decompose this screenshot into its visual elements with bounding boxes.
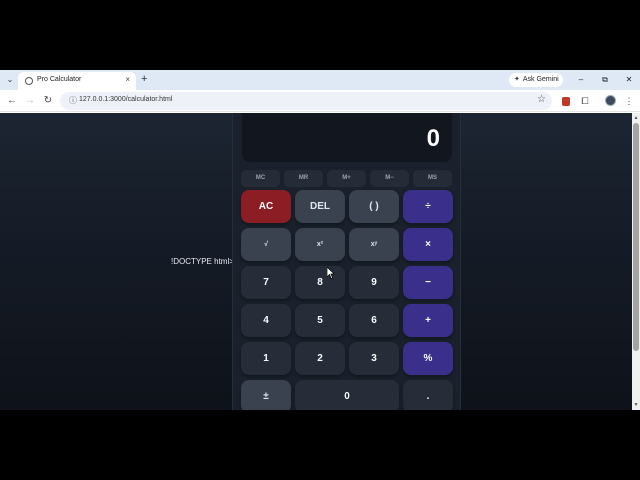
square-button[interactable]: x²	[295, 228, 345, 261]
gemini-sparkle-icon: ✦	[514, 76, 520, 83]
result-readout: 0	[426, 125, 440, 152]
new-tab-button[interactable]: +	[141, 73, 147, 85]
browser-toolbar: ← → ↻ ⓘ 127.0.0.1:3000/calculator.html ☆…	[0, 90, 640, 112]
mouse-cursor-icon	[327, 267, 335, 279]
restore-button[interactable]: ⧉	[598, 73, 612, 87]
scrollbar-thumb[interactable]	[633, 123, 639, 351]
divide-button[interactable]: ÷	[403, 190, 453, 223]
video-letterbox-bottom	[0, 410, 640, 480]
digit-3-button[interactable]: 3	[349, 342, 399, 375]
tab-strip: ⌄ Pro Calculator × + ✦ Ask Gemini – ⧉ ✕	[0, 70, 640, 90]
decimal-button[interactable]: .	[403, 380, 453, 410]
ask-gemini-button[interactable]: ✦ Ask Gemini	[509, 73, 563, 87]
extension-red-badge	[562, 97, 570, 106]
multiply-button[interactable]: ×	[403, 228, 453, 261]
window-close-button[interactable]: ✕	[622, 73, 636, 87]
square-root-button[interactable]: √	[241, 228, 291, 261]
minimize-button[interactable]: –	[574, 73, 588, 87]
negate-button[interactable]: ±	[241, 380, 291, 410]
digit-0-button[interactable]: 0	[295, 380, 399, 410]
memory-store-button[interactable]: MS	[413, 170, 452, 187]
reload-button[interactable]: ↻	[41, 94, 55, 108]
expression-readout: 0	[437, 113, 440, 115]
tab-pro-calculator[interactable]: Pro Calculator ×	[18, 72, 136, 90]
browser-window: ⌄ Pro Calculator × + ✦ Ask Gemini – ⧉ ✕ ←…	[0, 70, 640, 410]
parentheses-button[interactable]: ( )	[349, 190, 399, 223]
tab-close-icon[interactable]: ×	[125, 75, 130, 84]
add-button[interactable]: +	[403, 304, 453, 337]
back-button[interactable]: ←	[5, 94, 19, 108]
memory-add-button[interactable]: M+	[327, 170, 366, 187]
digit-1-button[interactable]: 1	[241, 342, 291, 375]
digit-2-button[interactable]: 2	[295, 342, 345, 375]
memory-subtract-button[interactable]: M−	[370, 170, 409, 187]
subtract-button[interactable]: −	[403, 266, 453, 299]
site-info-icon[interactable]: ⓘ	[67, 95, 79, 107]
bookmark-star-icon[interactable]: ☆	[537, 94, 546, 105]
all-clear-button[interactable]: AC	[241, 190, 291, 223]
profile-avatar[interactable]	[605, 95, 616, 106]
chevron-down-icon: ⌄	[6, 75, 14, 84]
digit-6-button[interactable]: 6	[349, 304, 399, 337]
extension-icon[interactable]	[559, 94, 573, 108]
address-bar[interactable]: ⓘ 127.0.0.1:3000/calculator.html ☆	[60, 92, 552, 110]
more-menu-icon[interactable]: ⋮	[622, 94, 636, 108]
ask-gemini-label: Ask Gemini	[522, 76, 559, 83]
digit-9-button[interactable]: 9	[349, 266, 399, 299]
scroll-down-arrow-icon[interactable]: ▼	[633, 401, 639, 409]
memory-clear-button[interactable]: MC	[241, 170, 280, 187]
tab-list-button[interactable]: ⌄	[4, 74, 16, 86]
tab-title: Pro Calculator	[37, 76, 82, 83]
page-viewport: !DOCTYPE html> 0 0 MC MR M+ M− MS AC DEL…	[0, 113, 632, 410]
digit-7-button[interactable]: 7	[241, 266, 291, 299]
scroll-up-arrow-icon[interactable]: ▲	[633, 114, 639, 122]
digit-8-button[interactable]: 8	[295, 266, 345, 299]
calculator: 0 0 MC MR M+ M− MS AC DEL ( ) ÷ √ x² xʸ …	[232, 113, 461, 410]
url-text[interactable]: 127.0.0.1:3000/calculator.html	[79, 96, 172, 103]
digit-5-button[interactable]: 5	[295, 304, 345, 337]
vertical-scrollbar[interactable]: ▲ ▼	[632, 113, 640, 410]
globe-icon	[25, 77, 33, 85]
stray-doctype-text: !DOCTYPE html>	[171, 257, 234, 266]
digit-4-button[interactable]: 4	[241, 304, 291, 337]
delete-button[interactable]: DEL	[295, 190, 345, 223]
extensions-puzzle-icon[interactable]: ⧠	[578, 94, 592, 108]
forward-button[interactable]: →	[23, 94, 37, 108]
calculator-display: 0 0	[242, 113, 452, 162]
percent-button[interactable]: %	[403, 342, 453, 375]
video-letterbox-top	[0, 0, 640, 70]
memory-recall-button[interactable]: MR	[284, 170, 323, 187]
power-button[interactable]: xʸ	[349, 228, 399, 261]
